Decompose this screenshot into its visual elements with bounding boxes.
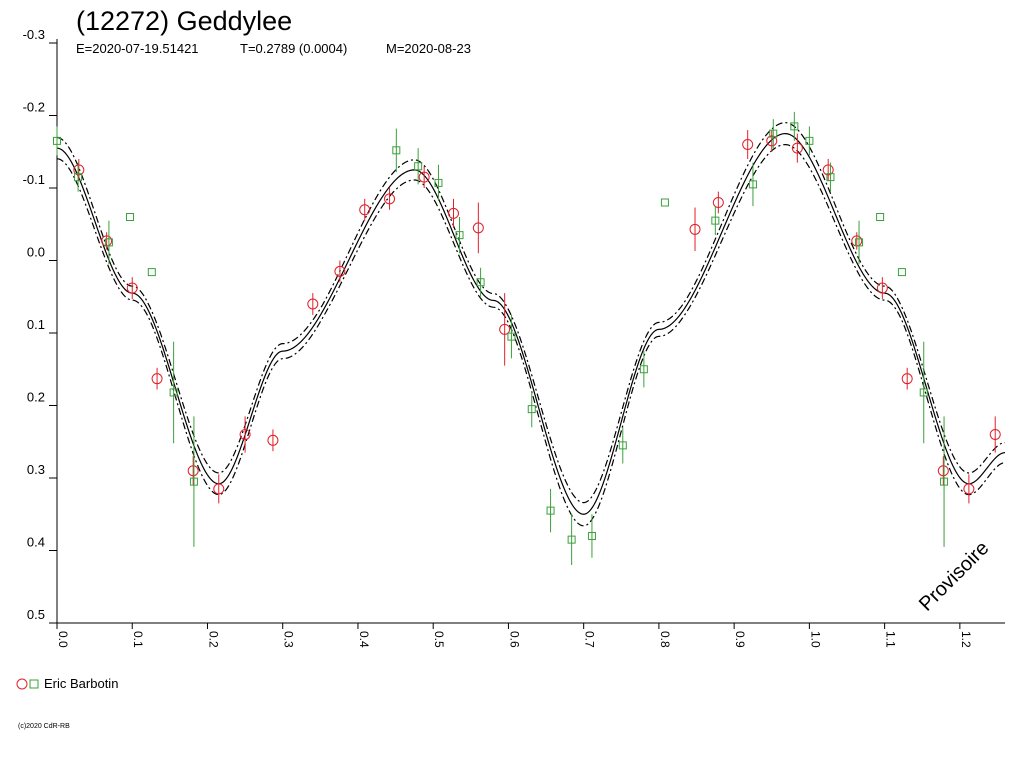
x-tick-label: 0.8 bbox=[658, 631, 672, 648]
data-point-square bbox=[147, 268, 156, 277]
x-tick-label: 0.3 bbox=[282, 631, 296, 648]
fit-curve bbox=[56, 133, 1006, 515]
y-tick-label: 0.0 bbox=[27, 245, 45, 260]
x-tick-label: 0.1 bbox=[131, 631, 145, 648]
x-tick-label: 0.7 bbox=[583, 631, 597, 648]
mean-date-label: M=2020-08-23 bbox=[386, 41, 471, 56]
y-tick-label: -0.1 bbox=[23, 172, 45, 187]
epoch-label: E=2020-07-19.51421 bbox=[76, 41, 199, 56]
period-label: T=0.2789 (0.0004) bbox=[240, 41, 347, 56]
axes bbox=[56, 39, 1005, 624]
y-tick-label: 0.5 bbox=[27, 607, 45, 622]
axis-ticks: -0.3 -0.2 -0.1 0.0 0.1 0.2 0.3 0.4 0.5 0.0 0.1 0.2 0… bbox=[23, 27, 973, 648]
legend-circle-marker bbox=[16, 678, 28, 690]
x-tick-label: 1.0 bbox=[808, 631, 822, 648]
x-tick-label: 0.6 bbox=[507, 631, 521, 648]
x-tick-label: 1.2 bbox=[959, 631, 973, 648]
x-tick-label: 0.9 bbox=[733, 631, 747, 648]
y-tick-label: 0.2 bbox=[27, 390, 45, 405]
copyright-note: (c)2020 CdR-RB bbox=[18, 723, 70, 730]
data-point-square bbox=[876, 213, 885, 221]
provisional-watermark: Provisoire bbox=[915, 537, 993, 615]
data-point-square bbox=[897, 268, 906, 277]
x-tick-label: 0.4 bbox=[357, 631, 371, 648]
data-point-square bbox=[660, 198, 669, 207]
data-point-square bbox=[125, 213, 134, 221]
y-tick-label: 0.4 bbox=[27, 535, 45, 550]
x-tick-label: 0.0 bbox=[56, 631, 70, 648]
lightcurve-chart: (12272) Geddylee E=2020-07-19.51421 T=0.… bbox=[16, 6, 1006, 730]
x-tick-label: 0.5 bbox=[432, 631, 446, 648]
x-tick-label: 1.1 bbox=[884, 631, 898, 648]
y-tick-label: 0.1 bbox=[27, 317, 45, 332]
fit-curve-upper bbox=[56, 122, 1006, 504]
y-tick-label: 0.3 bbox=[27, 462, 45, 477]
legend-observer: Eric Barbotin bbox=[44, 676, 118, 691]
fit-curve-lower bbox=[56, 143, 1006, 527]
data-points bbox=[53, 111, 1001, 565]
y-tick-label: -0.3 bbox=[23, 27, 45, 42]
y-tick-label: -0.2 bbox=[23, 100, 45, 115]
legend-square-marker bbox=[29, 679, 39, 689]
chart-title: (12272) Geddylee bbox=[76, 6, 292, 36]
x-tick-label: 0.2 bbox=[206, 631, 220, 648]
fit-curves bbox=[56, 122, 1006, 527]
